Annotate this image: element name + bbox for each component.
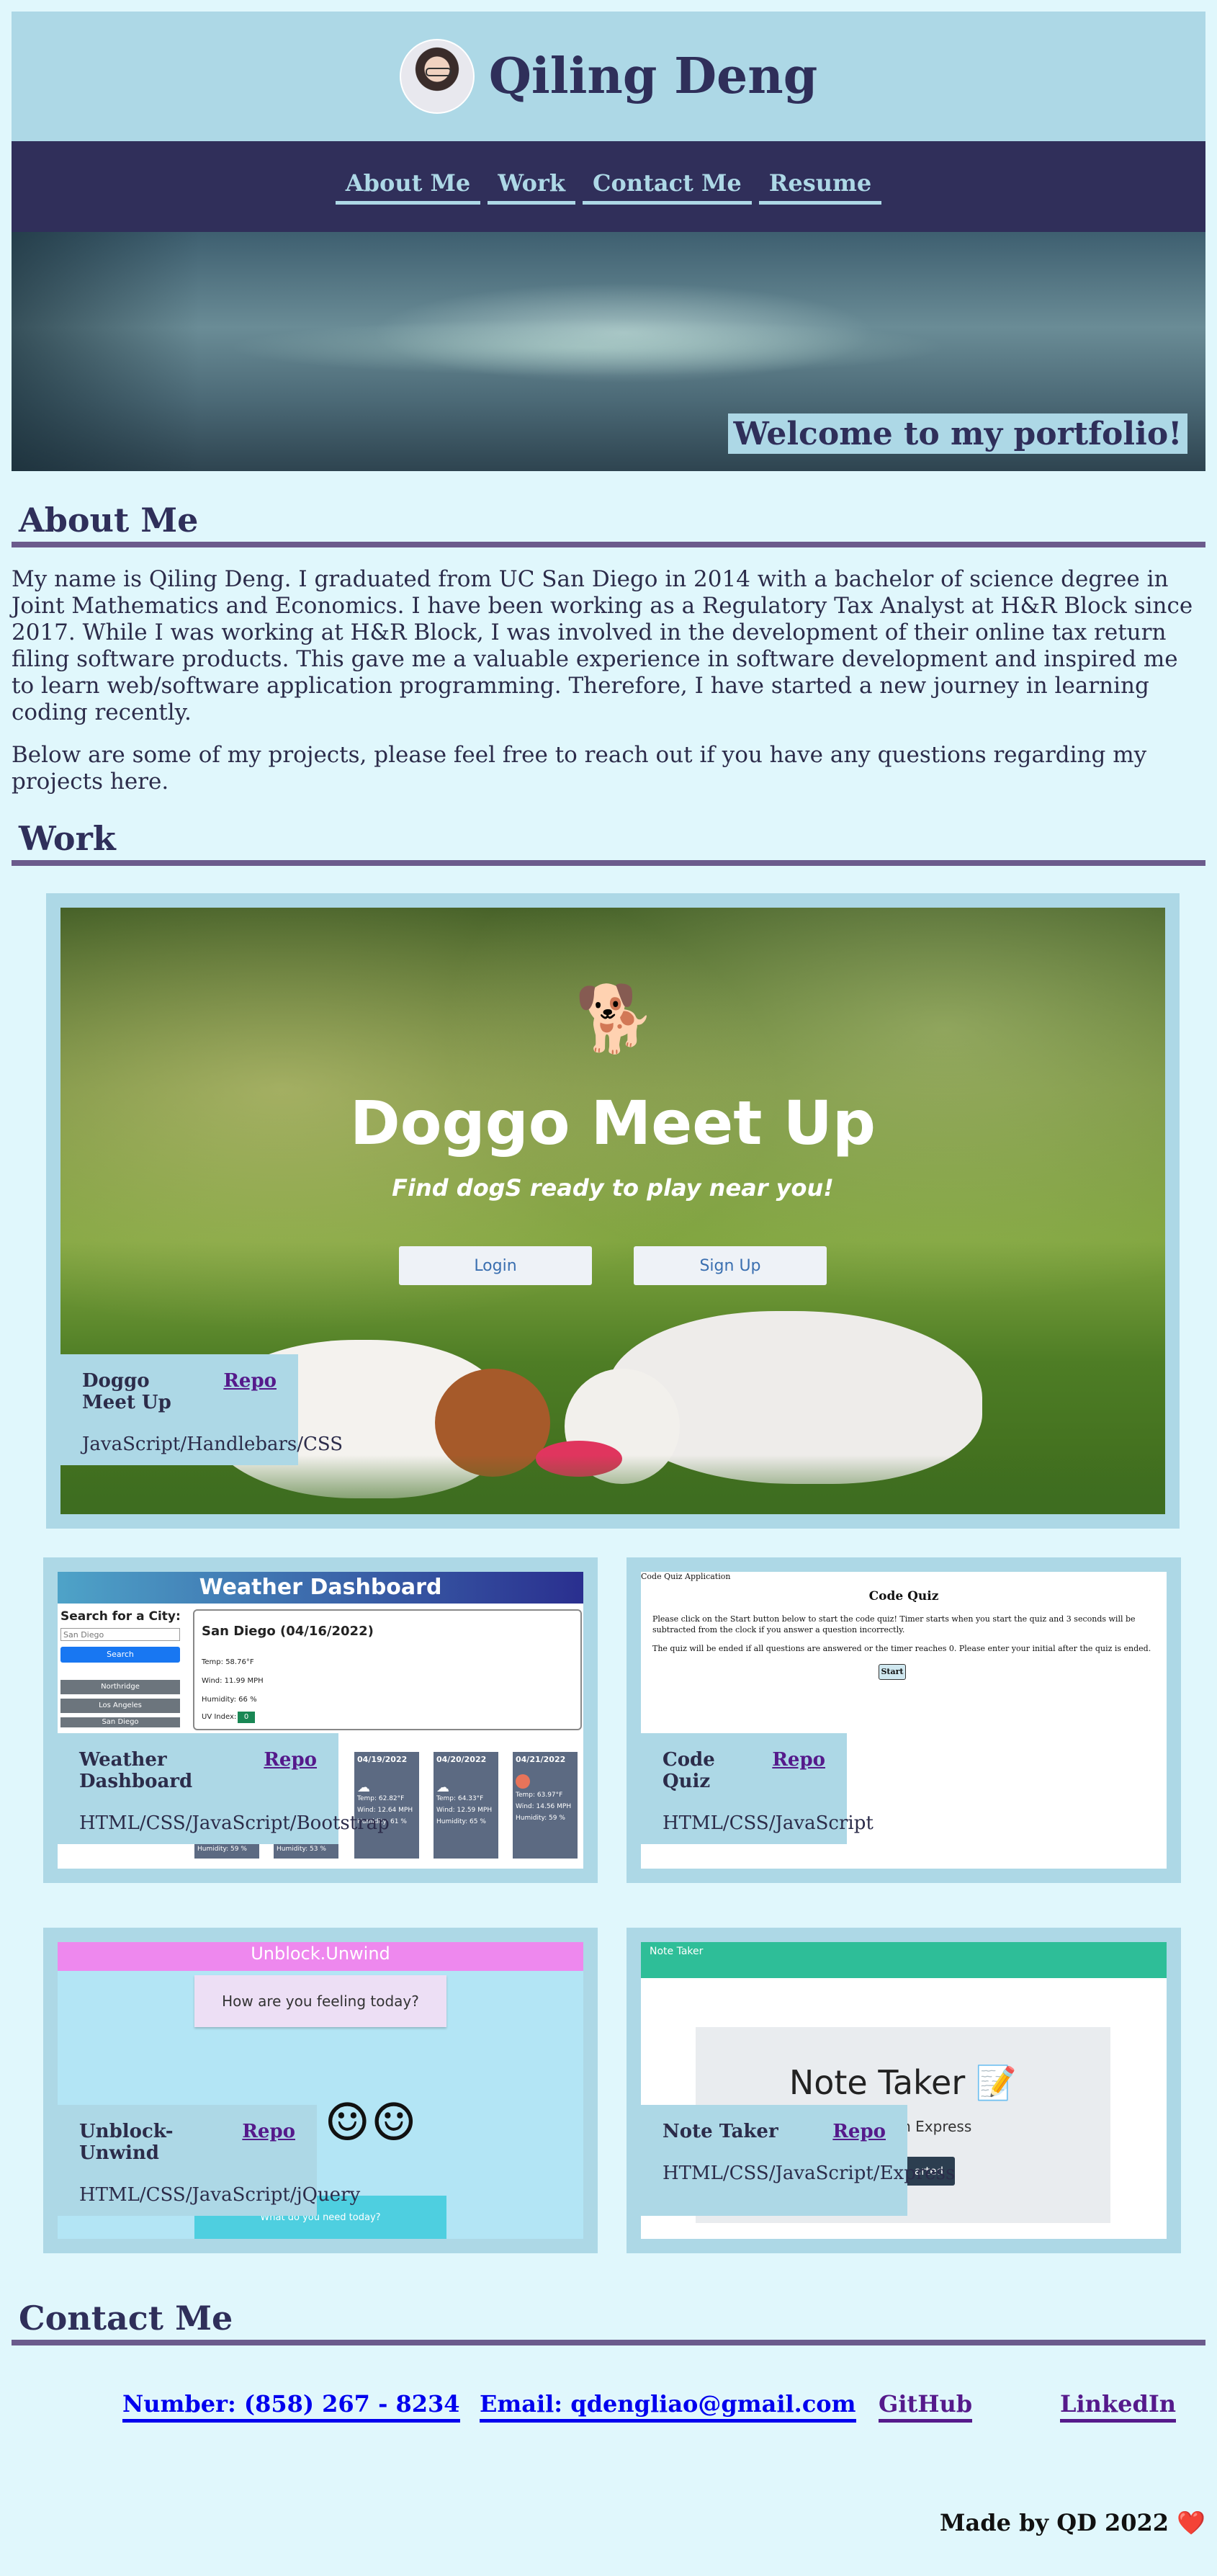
weather-city-button[interactable]: Northridge: [60, 1680, 180, 1694]
cloud-icon: ☁: [436, 1780, 449, 1795]
work-title: Work: [12, 817, 1205, 866]
project-name: Doggo Meet Up: [82, 1370, 171, 1413]
doggo-tagline: Find dogS ready to play near you!: [392, 1174, 834, 1202]
quiz-end-rule: The quiz will be ended if all questions …: [652, 1644, 1151, 1653]
forecast-date: 04/20/2022: [436, 1755, 487, 1764]
main-nav: About Me Work Contact Me Resume: [12, 141, 1205, 232]
forecast-humidity: Humidity: 59 %: [197, 1846, 247, 1853]
avatar: [399, 39, 475, 114]
project-name: Weather Dashboard: [79, 1749, 193, 1792]
forecast-date: 04/21/2022: [516, 1755, 566, 1764]
forecast-temp: Temp: 64.33°F: [436, 1795, 484, 1802]
footer-credit: Made by QD 2022 ❤️: [940, 2509, 1205, 2536]
project-tech: HTML/CSS/JavaScript/Express: [663, 2163, 956, 2184]
about-paragraph-1: My name is Qiling Deng. I graduated from…: [12, 566, 1193, 725]
weather-current-humidity: Humidity: 66 %: [202, 1696, 257, 1704]
forecast-wind: Wind: 14.56 MPH: [516, 1803, 572, 1810]
linkedin-link[interactable]: LinkedIn: [1060, 2390, 1177, 2423]
notetaker-navbar: Note Taker: [641, 1942, 1167, 1978]
forecast-humidity: Humidity: 65 %: [436, 1818, 486, 1825]
project-name: Code Quiz: [663, 1749, 715, 1792]
welcome-banner: Welcome to my portfolio!: [728, 413, 1187, 454]
project-tech: HTML/CSS/JavaScript/Bootstrap: [79, 1812, 390, 1834]
notetaker-title: Note Taker 📝: [789, 2063, 1018, 2102]
quiz-title: Code Quiz: [868, 1589, 939, 1604]
weather-search-button[interactable]: Search: [60, 1647, 180, 1663]
forecast-humidity: Humidity: 59 %: [516, 1815, 565, 1822]
weather-current-city: San Diego (04/16/2022): [202, 1624, 374, 1639]
quiz-start-button[interactable]: Start: [879, 1664, 906, 1680]
doggo-title: Doggo Meet Up: [350, 1088, 876, 1158]
repo-link[interactable]: Repo: [264, 1749, 317, 1792]
site-header: Qiling Deng: [12, 12, 1205, 141]
weather-title: Weather Dashboard: [58, 1572, 583, 1604]
project-label-notetaker: Note Taker Repo HTML/CSS/JavaScript/Expre…: [641, 2105, 956, 2216]
project-label-weather: Weather Dashboard Repo HTML/CSS/JavaScrip…: [43, 1733, 390, 1844]
contact-title: Contact Me: [12, 2297, 1205, 2345]
hero-banner: Welcome to my portfolio!: [12, 232, 1205, 471]
cloud-icon: ☁: [357, 1780, 370, 1795]
forecast-date: 04/19/2022: [357, 1755, 408, 1764]
project-label-doggo: Doggo Meet Up Repo JavaScript/Handlebars/…: [46, 1354, 343, 1465]
weather-search-label: Search for a City:: [60, 1609, 181, 1624]
weather-uv-label: UV Index:: [202, 1713, 237, 1721]
doggo-login-button[interactable]: Login: [399, 1246, 592, 1285]
repo-link[interactable]: Repo: [832, 2121, 886, 2142]
doggo-logo-icon: 🐕: [574, 981, 656, 1057]
unblock-title: Unblock.Unwind: [58, 1942, 583, 1971]
weather-city-button[interactable]: San Diego: [60, 1717, 180, 1727]
about-paragraph-2: Below are some of my projects, please fe…: [12, 742, 1147, 795]
doggo-signup-button[interactable]: Sign Up: [634, 1246, 827, 1285]
nav-about-me[interactable]: About Me: [335, 169, 481, 205]
github-link[interactable]: GitHub: [879, 2390, 973, 2423]
forecast-card: 04/20/2022 ☁ Temp: 64.33°F Wind: 12.59 M…: [434, 1752, 498, 1859]
nav-work[interactable]: Work: [488, 169, 575, 205]
project-name: Note Taker: [663, 2121, 778, 2142]
email-link[interactable]: Email: qdengliao@gmail.com: [480, 2390, 856, 2423]
weather-current-temp: Temp: 58.76°F: [202, 1658, 254, 1666]
about-title: About Me: [12, 498, 1205, 547]
project-tech: HTML/CSS/JavaScript/jQuery: [79, 2184, 361, 2206]
unblock-question: How are you feeling today?: [194, 1975, 446, 2027]
sun-icon: [516, 1774, 530, 1789]
forecast-card: 04/19/2022 ☁ Temp: 62.82°F Wind: 12.64 M…: [354, 1752, 419, 1859]
repo-link[interactable]: Repo: [223, 1370, 277, 1413]
site-title: Qiling Deng: [488, 48, 818, 105]
nav-contact-me[interactable]: Contact Me: [582, 169, 752, 205]
quiz-instructions: Please click on the Start button below t…: [652, 1614, 1136, 1634]
phone-link[interactable]: Number: (858) 267 - 8234: [122, 2390, 460, 2423]
forecast-wind: Wind: 12.59 MPH: [436, 1807, 493, 1814]
weather-uv-badge: 0: [238, 1712, 255, 1723]
project-label-unblock: Unblock-Unwind Repo HTML/CSS/JavaScript/j…: [58, 2105, 361, 2216]
project-tech: JavaScript/Handlebars/CSS: [82, 1434, 343, 1455]
about-text: My name is Qiling Deng. I graduated from…: [12, 566, 1205, 811]
forecast-temp: Temp: 63.97°F: [516, 1792, 563, 1799]
repo-link[interactable]: Repo: [242, 2121, 295, 2164]
weather-search-input[interactable]: [60, 1628, 180, 1641]
weather-current-panel: San Diego (04/16/2022) Temp: 58.76°F Win…: [193, 1609, 582, 1730]
mood-face-icons[interactable]: ☺☺: [324, 2093, 417, 2151]
forecast-card: 04/21/2022 Temp: 63.97°F Wind: 14.56 MPH…: [513, 1752, 578, 1859]
repo-link[interactable]: Repo: [772, 1749, 825, 1792]
project-name: Unblock-Unwind: [79, 2121, 174, 2164]
weather-city-button[interactable]: Los Angeles: [60, 1699, 180, 1713]
quiz-tab: Code Quiz Application: [641, 1572, 731, 1581]
weather-current-wind: Wind: 11.99 MPH: [202, 1677, 264, 1685]
project-tech: HTML/CSS/JavaScript: [663, 1812, 874, 1834]
contact-links: Number: (858) 267 - 8234 Email: qdenglia…: [12, 2384, 1205, 2428]
project-label-quiz: Code Quiz Repo HTML/CSS/JavaScript: [627, 1733, 874, 1844]
forecast-temp: Temp: 62.82°F: [357, 1795, 405, 1802]
nav-resume[interactable]: Resume: [758, 169, 882, 205]
forecast-humidity: Humidity: 53 %: [277, 1846, 326, 1853]
